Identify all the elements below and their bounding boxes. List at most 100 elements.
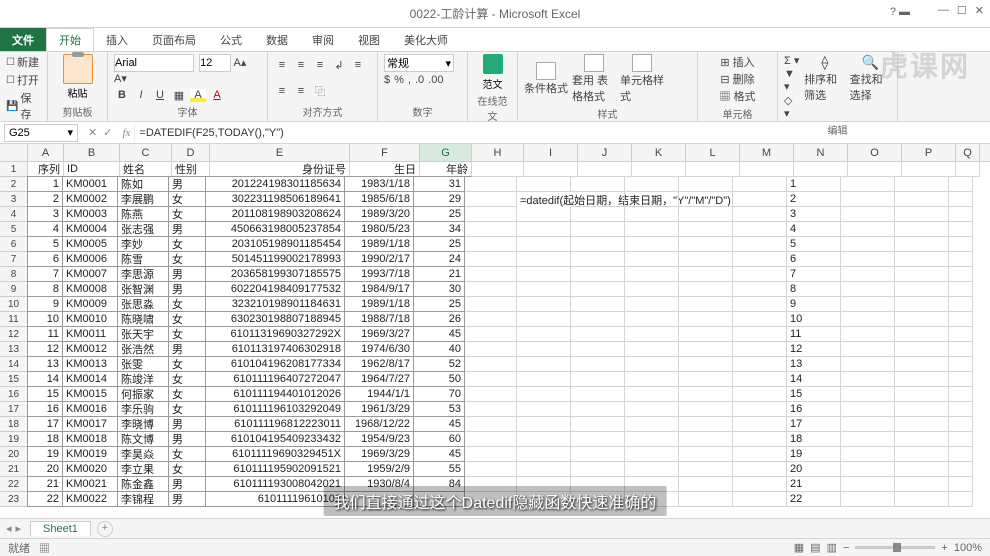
cell[interactable]: 25 [413, 296, 465, 312]
cell[interactable] [841, 252, 895, 267]
cell[interactable]: 16 [787, 402, 841, 417]
cell[interactable] [733, 327, 787, 342]
cell[interactable]: 22 [27, 491, 63, 507]
align-center-icon[interactable]: ≡ [274, 84, 290, 98]
tab-file[interactable]: 文件 [0, 28, 46, 51]
cell[interactable] [679, 447, 733, 462]
cell[interactable] [465, 432, 517, 447]
cell[interactable]: 11 [27, 326, 63, 342]
cell[interactable]: 男 [168, 491, 206, 507]
cell[interactable]: KM0001 [62, 176, 118, 192]
cell[interactable]: 张志强 [117, 221, 169, 237]
close-icon[interactable]: ✕ [975, 4, 984, 17]
cell[interactable] [733, 477, 787, 492]
cell[interactable] [949, 417, 973, 432]
cell[interactable] [841, 297, 895, 312]
cell[interactable]: 李乐驹 [117, 401, 169, 417]
cell[interactable] [571, 402, 625, 417]
row-header[interactable]: 13 [0, 342, 28, 357]
row-header[interactable]: 18 [0, 417, 28, 432]
sort-filter-button[interactable]: ⟠排序和筛选 [804, 54, 845, 103]
row-header[interactable]: 4 [0, 207, 28, 222]
cell[interactable]: 61011319690327292X [205, 326, 345, 342]
cell[interactable]: 张天宇 [117, 326, 169, 342]
cell[interactable] [679, 372, 733, 387]
zoom-in-icon[interactable]: + [941, 542, 947, 554]
row-header[interactable]: 19 [0, 432, 28, 447]
cell[interactable] [679, 477, 733, 492]
row-header[interactable]: 3 [0, 192, 28, 207]
cell[interactable]: 9 [787, 297, 841, 312]
cell[interactable] [895, 417, 949, 432]
cell[interactable]: 李立果 [117, 461, 169, 477]
cell[interactable]: 李昊焱 [117, 446, 169, 462]
cell[interactable]: KM0003 [62, 206, 118, 222]
row-header[interactable]: 12 [0, 327, 28, 342]
number-format-select[interactable]: 常规▾ [384, 54, 454, 72]
cell[interactable] [571, 222, 625, 237]
row-header[interactable]: 5 [0, 222, 28, 237]
cell[interactable] [625, 447, 679, 462]
cell[interactable]: 45 [413, 446, 465, 462]
cell[interactable] [895, 192, 949, 207]
cell[interactable]: 陈雪 [117, 251, 169, 267]
cell[interactable] [517, 402, 571, 417]
view-normal-icon[interactable]: ▦ [794, 541, 804, 554]
merge-icon[interactable]: ⿻ [312, 84, 328, 98]
cell[interactable] [517, 237, 571, 252]
cell[interactable] [841, 477, 895, 492]
cell[interactable] [949, 492, 973, 507]
cell[interactable]: 1980/5/23 [344, 221, 414, 237]
cell[interactable]: 2 [27, 191, 63, 207]
cell[interactable] [625, 462, 679, 477]
cell[interactable]: 20 [787, 462, 841, 477]
cell[interactable] [465, 192, 517, 207]
cell[interactable] [625, 357, 679, 372]
cell[interactable]: KM0008 [62, 281, 118, 297]
cell[interactable]: 何振家 [117, 386, 169, 402]
clear-icon[interactable]: ◇ ▾ [784, 94, 800, 120]
name-box[interactable]: G25▾ [4, 124, 78, 142]
cell[interactable]: 男 [168, 341, 206, 357]
cell[interactable]: 李展鹏 [117, 191, 169, 207]
cell[interactable]: 1989/1/18 [344, 236, 414, 252]
cell[interactable]: KM0021 [62, 476, 118, 492]
cell[interactable]: KM0014 [62, 371, 118, 387]
cell[interactable]: 31 [413, 176, 465, 192]
cell[interactable]: KM0019 [62, 446, 118, 462]
cell[interactable] [733, 372, 787, 387]
dec-decimal-icon[interactable]: .00 [428, 74, 443, 86]
maximize-icon[interactable]: ☐ [957, 4, 967, 17]
cell[interactable]: 1962/8/17 [344, 356, 414, 372]
zoom-slider[interactable] [855, 546, 935, 549]
cell[interactable] [632, 162, 686, 177]
cell[interactable]: 8 [27, 281, 63, 297]
cell[interactable]: 1 [27, 176, 63, 192]
cell[interactable] [841, 402, 895, 417]
cell[interactable]: 40 [413, 341, 465, 357]
col-header-G[interactable]: G [420, 144, 472, 161]
cell[interactable]: 女 [168, 401, 206, 417]
cell[interactable]: KM0006 [62, 251, 118, 267]
cell[interactable] [949, 462, 973, 477]
cell[interactable]: 李思源 [117, 266, 169, 282]
cell[interactable] [679, 402, 733, 417]
cell[interactable]: 201108198903208624 [205, 206, 345, 222]
cell[interactable] [895, 477, 949, 492]
italic-icon[interactable]: I [133, 89, 149, 102]
cell[interactable] [465, 282, 517, 297]
cell[interactable]: 7 [27, 266, 63, 282]
cell[interactable] [465, 462, 517, 477]
cell[interactable]: KM0022 [62, 491, 118, 507]
cell[interactable] [517, 387, 571, 402]
cell[interactable] [949, 357, 973, 372]
quick-save[interactable]: 💾 保存 [6, 90, 41, 122]
cell[interactable]: 男 [168, 176, 206, 192]
cell[interactable]: 1993/7/18 [344, 266, 414, 282]
cell[interactable]: 21 [413, 266, 465, 282]
currency-icon[interactable]: $ [384, 74, 390, 86]
font-color-icon[interactable]: A [209, 89, 225, 102]
zoom-level[interactable]: 100% [954, 542, 982, 554]
select-all-corner[interactable] [0, 144, 28, 161]
cell[interactable]: 1989/1/18 [344, 296, 414, 312]
